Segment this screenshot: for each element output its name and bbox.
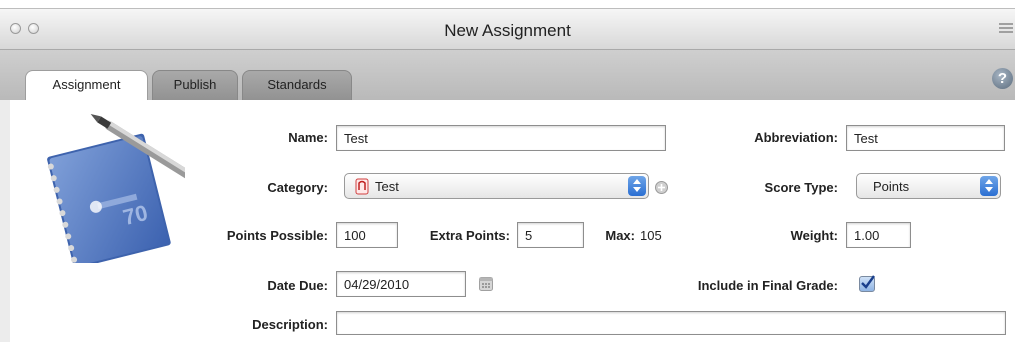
score-type-arrows-icon [980,176,998,196]
category-select[interactable]: Test [344,173,649,199]
abbreviation-input[interactable] [846,125,1005,151]
category-value: Test [375,179,399,194]
name-input[interactable] [336,125,666,151]
date-due-input[interactable] [336,271,466,297]
tab-assignment[interactable]: Assignment [25,70,148,100]
help-icon[interactable]: ? [992,68,1013,89]
tab-bar: Assignment Publish Standards ? [0,50,1015,100]
score-type-label: Score Type: [764,180,838,195]
abbreviation-label: Abbreviation: [754,130,838,145]
menu-icon[interactable] [999,21,1013,35]
window-title: New Assignment [444,21,571,40]
check-icon [861,275,875,289]
score-type-value: Points [873,179,910,194]
notebook-pen-icon: 70 [47,114,185,263]
max-label: Max: [605,228,635,243]
include-final-grade-label: Include in Final Grade: [697,278,838,293]
category-tag-icon [355,178,369,195]
tab-standards[interactable]: Standards [242,70,352,100]
assignment-panel: 70 Name: Abbreviation: Category: [10,100,1015,342]
tab-publish[interactable]: Publish [152,70,238,100]
points-possible-label: Points Possible: [226,228,328,243]
points-possible-input[interactable] [336,222,398,248]
max-value: 105 [640,228,662,243]
description-label: Description: [252,317,328,332]
name-label: Name: [288,130,328,145]
title-bar: New Assignment [0,9,1015,50]
weight-label: Weight: [790,228,838,243]
date-due-label: Date Due: [267,278,328,293]
window: New Assignment Assignment Publish Standa… [0,8,1015,342]
add-circle-icon[interactable] [655,181,668,194]
category-arrows-icon [628,176,646,196]
description-input[interactable] [336,311,1006,335]
weight-input[interactable] [846,222,911,248]
score-type-select[interactable]: Points [856,173,1001,199]
include-final-grade-checkbox[interactable] [859,275,875,292]
extra-points-label: Extra Points: [429,228,510,243]
calendar-icon[interactable] [479,277,493,291]
category-label: Category: [267,180,328,195]
extra-points-input[interactable] [517,222,584,248]
